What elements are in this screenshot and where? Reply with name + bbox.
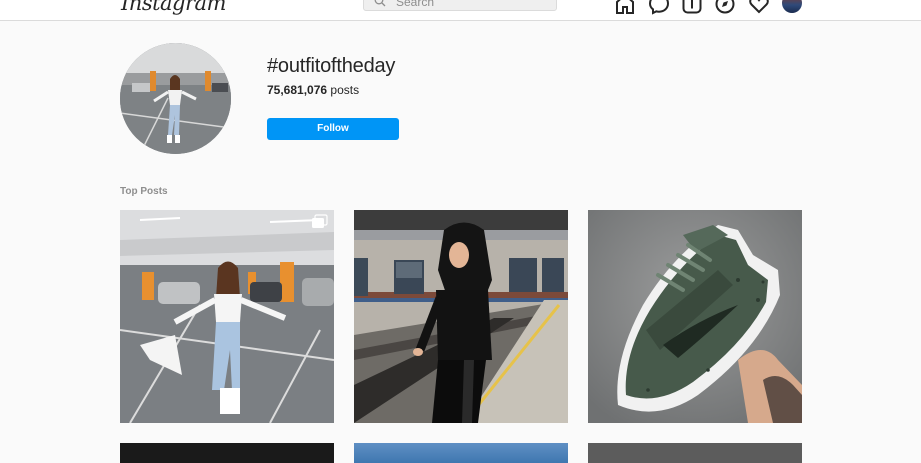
search-placeholder: Search — [396, 0, 435, 9]
post-train-station[interactable] — [354, 210, 568, 423]
post-green-sneaker[interactable] — [588, 210, 802, 423]
search-icon — [374, 0, 386, 7]
top-posts-label: Top Posts — [120, 186, 168, 197]
top-nav-bar: Instagram Search — [0, 0, 921, 21]
post-parking-garage[interactable] — [120, 210, 334, 423]
search-input[interactable]: Search — [363, 0, 557, 11]
post-row2-1[interactable] — [120, 443, 334, 463]
post-count: 75,681,076 posts — [267, 83, 359, 97]
home-icon[interactable] — [614, 0, 636, 15]
instagram-logo[interactable]: Instagram — [121, 0, 226, 15]
hashtag-title: #outfitoftheday — [267, 55, 396, 77]
explore-icon[interactable] — [714, 0, 736, 15]
profile-avatar[interactable] — [782, 0, 802, 13]
post-row2-3[interactable] — [588, 443, 802, 463]
follow-button[interactable]: Follow — [267, 118, 399, 140]
post-row2-2[interactable] — [354, 443, 568, 463]
messenger-icon[interactable] — [648, 0, 670, 15]
post-count-suffix: posts — [327, 83, 360, 97]
activity-heart-icon[interactable] — [748, 0, 770, 15]
new-post-icon[interactable] — [681, 0, 703, 15]
post-count-number: 75,681,076 — [267, 83, 328, 97]
hashtag-avatar-image — [120, 43, 231, 154]
